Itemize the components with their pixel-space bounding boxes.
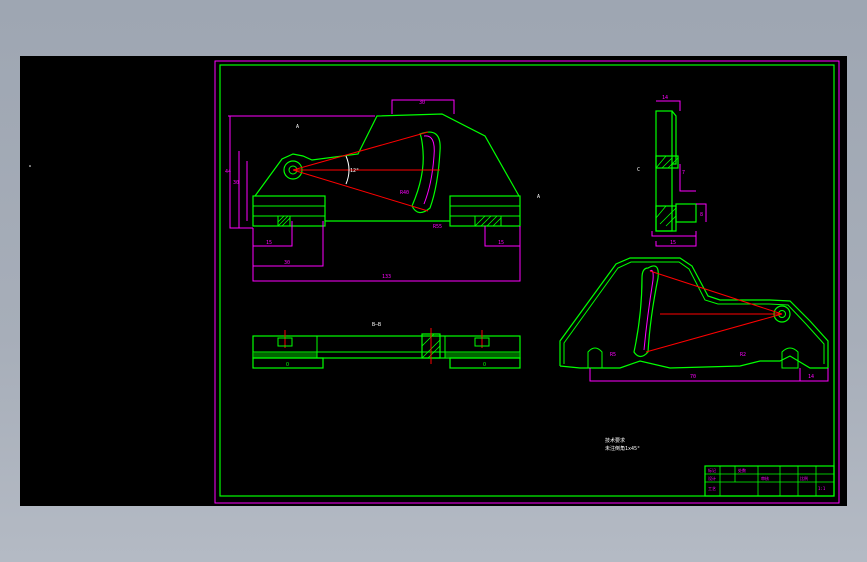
iso-dim-r2: R2 — [740, 352, 746, 358]
dim-base-width: 30 — [284, 260, 290, 266]
tb-cell7: 1:1 — [818, 486, 826, 491]
section-label: B—B — [372, 322, 381, 328]
front-view-outline — [254, 113, 520, 197]
tb-cell2: 处数 — [738, 467, 746, 473]
slot-radius-label: R40 — [400, 190, 409, 196]
notes-title: 技术要求 — [605, 437, 625, 444]
iso-dim-r1: R5 — [610, 352, 616, 358]
section-left-block: O — [286, 362, 289, 368]
cursor-dot — [29, 165, 31, 167]
section-right-block: O — [483, 362, 486, 368]
front-view: 30 133 15 30 15 44 30 12° R40 R55 A A — [225, 99, 540, 282]
side-dim-top: 14 — [662, 95, 668, 101]
title-block: 标记 处数 设计 审核 工艺 比例 1:1 — [704, 465, 835, 497]
view-label-a: A — [296, 124, 299, 130]
dim-left-offset: 15 — [266, 240, 272, 246]
cad-viewport[interactable]: 30 133 15 30 15 44 30 12° R40 R55 A A 14… — [20, 56, 847, 506]
dim-left-height-a: 44 — [225, 169, 231, 175]
dim-top-width: 30 — [419, 100, 425, 106]
side-view: 14 7 15 8 C — [637, 95, 707, 247]
slot-note-label: R55 — [433, 224, 442, 230]
dim-overall-length: 133 — [382, 274, 391, 280]
side-dim-right: 8 — [700, 212, 703, 218]
iso-outline — [559, 257, 829, 369]
arc-slot — [411, 131, 441, 214]
iso-arc-slot — [633, 265, 659, 358]
dim-bottom-right: 15 — [498, 240, 504, 246]
iso-view: 70 14 R5 R2 — [559, 257, 829, 382]
tb-cell1: 标记 — [708, 467, 716, 473]
tb-cell3: 设计 — [708, 475, 716, 481]
tb-cell4: 审核 — [761, 475, 769, 481]
tb-cell5: 工艺 — [708, 486, 716, 491]
side-view-marker: C — [637, 167, 640, 173]
side-dim-base: 15 — [670, 240, 676, 246]
sheet-outer-border — [214, 60, 840, 504]
iso-dim-bottom: 70 — [690, 374, 696, 380]
iso-dim-right: 14 — [808, 374, 814, 380]
view-arrow-a: A — [537, 194, 540, 200]
drawing-canvas[interactable]: 30 133 15 30 15 44 30 12° R40 R55 A A 14… — [20, 56, 847, 506]
section-view: B—B O O — [252, 322, 521, 369]
center-line-1 — [292, 131, 429, 171]
technical-notes: 技术要求 未注倒角1x45° — [605, 437, 640, 452]
tb-cell6: 比例 — [800, 475, 808, 481]
front-base-left — [252, 195, 326, 227]
notes-line1: 未注倒角1x45° — [605, 445, 640, 452]
angle-label: 12° — [350, 168, 359, 174]
side-dim-side: 7 — [682, 170, 685, 176]
dim-left-height-b: 30 — [233, 180, 239, 186]
